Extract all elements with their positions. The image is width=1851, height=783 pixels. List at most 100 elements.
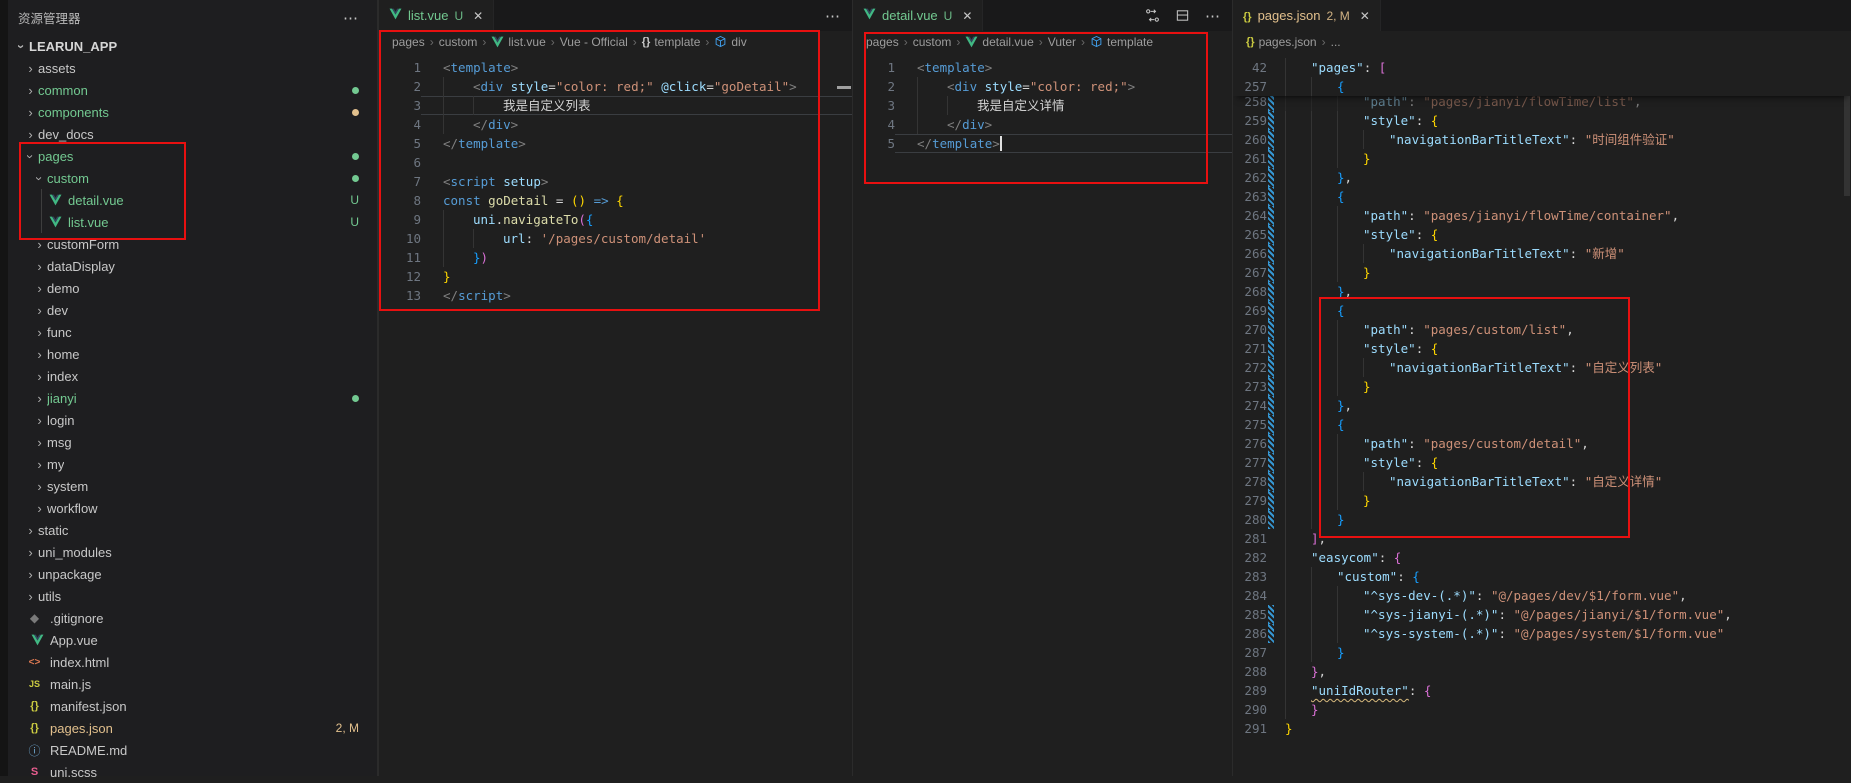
tree-item-main.js[interactable]: JSmain.js — [8, 673, 377, 695]
more-actions-icon[interactable]: ⋯ — [1205, 7, 1220, 25]
tree-item-static[interactable]: ›static — [8, 519, 377, 541]
code-text[interactable]: "pages": [ — [1274, 58, 1851, 77]
tree-item-utils[interactable]: ›utils — [8, 585, 377, 607]
tree-item-uni_modules[interactable]: ›uni_modules — [8, 541, 377, 563]
explorer-header: 资源管理器 ⋯ — [8, 0, 377, 35]
tree-item-home[interactable]: ›home — [8, 343, 377, 365]
tree-item-dataDisplay[interactable]: ›dataDisplay — [8, 255, 377, 277]
tree-item-jianyi[interactable]: ›jianyi — [8, 387, 377, 409]
code-text[interactable]: "easycom": { — [1274, 548, 1851, 567]
chevron-right-icon: › — [32, 325, 47, 340]
tree-item-README.md[interactable]: ⓘREADME.md — [8, 739, 377, 761]
tree-item-login[interactable]: ›login — [8, 409, 377, 431]
tree-item-uni.scss[interactable]: Suni.scss — [8, 761, 377, 783]
tab-list-vue[interactable]: list.vue U ✕ — [379, 0, 494, 31]
line-number: 287 — [1233, 643, 1267, 662]
split-editor-icon[interactable] — [1175, 8, 1190, 23]
code-text[interactable]: } — [1274, 643, 1851, 662]
code-line-42: 42"pages": [ — [1233, 58, 1851, 77]
line-number: 262 — [1233, 168, 1267, 187]
annotation-box-detail-code — [864, 32, 1208, 184]
tree-item-label: workflow — [47, 501, 98, 516]
tree-item-msg[interactable]: ›msg — [8, 431, 377, 453]
tab-pages-json[interactable]: {} pages.json 2, M ✕ — [1233, 0, 1381, 31]
breadcrumb-separator: › — [1322, 35, 1326, 49]
line-number: 270 — [1233, 320, 1267, 339]
code-text[interactable]: } — [1274, 263, 1851, 282]
tree-item-index[interactable]: ›index — [8, 365, 377, 387]
code-text[interactable]: "navigationBarTitleText": "时间组件验证" — [1274, 130, 1851, 149]
tab-bar-2: detail.vue U ✕ ⋯ — [853, 0, 1232, 31]
vue-icon — [863, 8, 876, 23]
tree-item-label: index — [47, 369, 78, 384]
line-number: 257 — [1233, 77, 1267, 96]
tree-item-system[interactable]: ›system — [8, 475, 377, 497]
code-line-287: 287} — [1233, 643, 1851, 662]
tree-item-label: pages.json — [50, 721, 113, 736]
line-number: 290 — [1233, 700, 1267, 719]
code-text[interactable]: "style": { — [1274, 225, 1851, 244]
code-text[interactable]: "navigationBarTitleText": "新增" — [1274, 244, 1851, 263]
code-text[interactable]: "^sys-dev-(.*)": "@/pages/dev/$1/form.vu… — [1274, 586, 1851, 605]
line-number: 281 — [1233, 529, 1267, 548]
tree-item-unpackage[interactable]: ›unpackage — [8, 563, 377, 585]
tree-item-components[interactable]: ›components — [8, 101, 377, 123]
code-text[interactable]: }, — [1274, 662, 1851, 681]
code-text[interactable]: "^sys-system-(.*)": "@/pages/system/$1/f… — [1274, 624, 1851, 643]
close-icon[interactable]: ✕ — [1360, 9, 1370, 23]
line-number: 291 — [1233, 719, 1267, 738]
git-change-dot — [352, 87, 359, 94]
breadcrumb-item-...[interactable]: ... — [1331, 35, 1341, 49]
tab-detail-vue[interactable]: detail.vue U ✕ — [853, 0, 983, 31]
git-status-badge: U — [944, 9, 953, 23]
code-text[interactable]: }, — [1274, 168, 1851, 187]
line-number: 279 — [1233, 491, 1267, 510]
tree-item-index.html[interactable]: <>index.html — [8, 651, 377, 673]
tree-item-my[interactable]: ›my — [8, 453, 377, 475]
code-text[interactable]: } — [1274, 700, 1851, 719]
code-line-286: 286"^sys-system-(.*)": "@/pages/system/$… — [1233, 624, 1851, 643]
breadcrumb-item-pages.json[interactable]: {}pages.json — [1246, 35, 1317, 49]
line-number: 282 — [1233, 548, 1267, 567]
close-icon[interactable]: ✕ — [473, 9, 483, 23]
tree-item-pages.json[interactable]: {}pages.json2, M — [8, 717, 377, 739]
tab-label: detail.vue — [882, 8, 938, 23]
code-text[interactable]: { — [1274, 77, 1851, 96]
tree-item-manifest.json[interactable]: {}manifest.json — [8, 695, 377, 717]
code-line-285: 285"^sys-jianyi-(.*)": "@/pages/jianyi/$… — [1233, 605, 1851, 624]
json-icon: {} — [1243, 8, 1252, 23]
tree-item-label: dev — [47, 303, 68, 318]
line-number: 275 — [1233, 415, 1267, 434]
tree-item-LEARUN_APP[interactable]: ›LEARUN_APP — [8, 35, 377, 57]
tree-item-label: uni_modules — [38, 545, 112, 560]
tree-item-label: common — [38, 83, 88, 98]
tree-item-demo[interactable]: ›demo — [8, 277, 377, 299]
line-number: 278 — [1233, 472, 1267, 491]
tree-item-workflow[interactable]: ›workflow — [8, 497, 377, 519]
close-icon[interactable]: ✕ — [962, 9, 972, 23]
tree-item-dev[interactable]: ›dev — [8, 299, 377, 321]
chevron-right-icon: › — [23, 589, 38, 604]
line-number: 289 — [1233, 681, 1267, 700]
tree-item-assets[interactable]: ›assets — [8, 57, 377, 79]
code-text[interactable]: "path": "pages/jianyi/flowTime/container… — [1274, 206, 1851, 225]
more-actions-icon[interactable]: ⋯ — [825, 7, 840, 25]
line-number: 267 — [1233, 263, 1267, 282]
code-text[interactable]: "style": { — [1274, 111, 1851, 130]
code-text[interactable]: "custom": { — [1274, 567, 1851, 586]
code-line-264: 264"path": "pages/jianyi/flowTime/contai… — [1233, 206, 1851, 225]
code-text[interactable]: } — [1274, 719, 1851, 738]
code-text[interactable]: } — [1274, 149, 1851, 168]
tree-item-App.vue[interactable]: App.vue — [8, 629, 377, 651]
tree-item-label: assets — [38, 61, 76, 76]
tree-item-label: LEARUN_APP — [29, 39, 117, 54]
code-text[interactable]: "uniIdRouter": { — [1274, 681, 1851, 700]
tree-item-common[interactable]: ›common — [8, 79, 377, 101]
open-changes-icon[interactable] — [1145, 8, 1160, 23]
tree-item-func[interactable]: ›func — [8, 321, 377, 343]
code-text[interactable]: { — [1274, 187, 1851, 206]
code-text[interactable]: "^sys-jianyi-(.*)": "@/pages/jianyi/$1/f… — [1274, 605, 1851, 624]
tree-item-.gitignore[interactable]: ◆.gitignore — [8, 607, 377, 629]
git-change-dot — [352, 153, 359, 160]
more-actions-icon[interactable]: ⋯ — [343, 9, 359, 27]
